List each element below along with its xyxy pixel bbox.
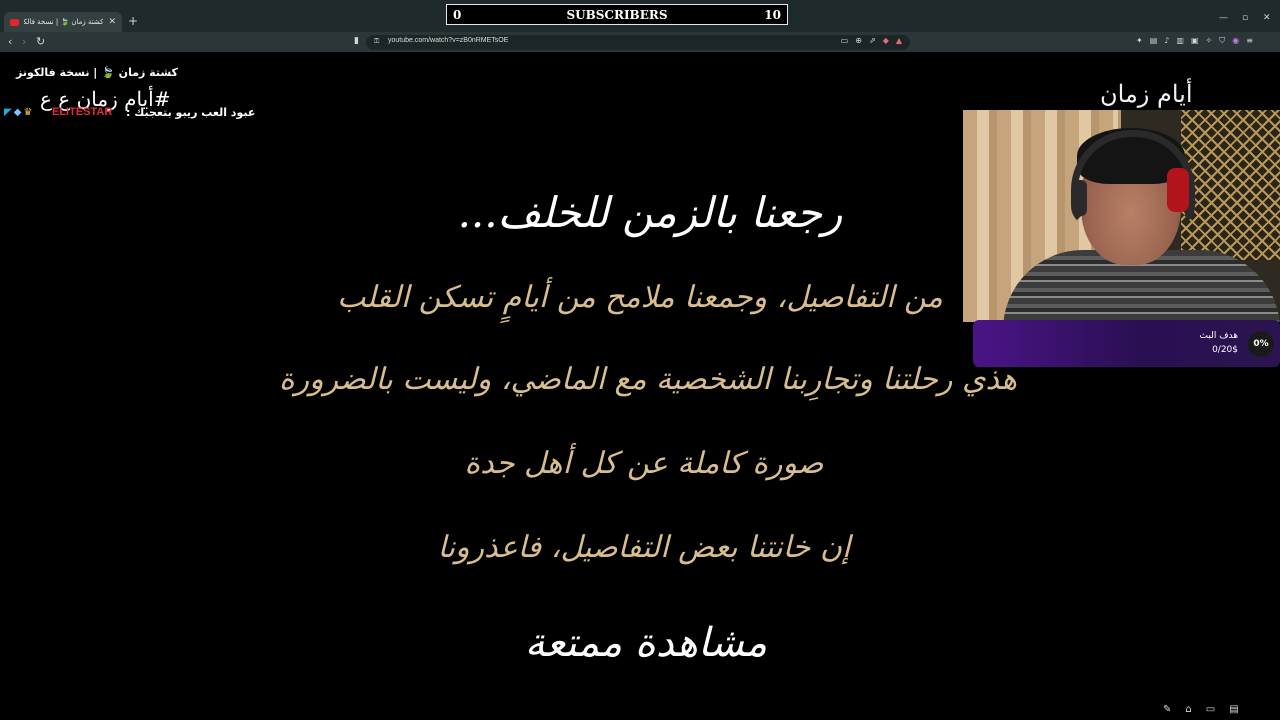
video-title: كشتة زمان 🍃 | نسخة فالكونز [16,66,178,79]
intro-line-3: صورة كاملة عن كل أهل جدة [464,446,824,481]
extension-toolbar: ✦ ▤ ♪ ▥ ▣ ✧ ⛉ ◉ ≡ [1136,36,1253,46]
back-icon[interactable]: ‹ [8,36,12,48]
donation-goal: 0% هدف البث 0/20$ [973,320,1280,367]
share-icon[interactable]: ⇗ [869,36,876,45]
goal-percent: 0% [1248,331,1274,357]
webcam-feed [963,110,1280,322]
window-close-icon[interactable]: ✕ [1263,14,1271,23]
alert-icon[interactable]: ▲ [896,36,902,45]
address-bar[interactable]: ⚿ youtube.com/watch?v=zB0nRMETsOE ▭ ⊕ ⇗ … [366,35,910,50]
elite-tag: ELITESTAR [52,106,113,118]
menu-icon[interactable]: ≡ [1246,36,1253,46]
corner-title: أيام زمان [1100,80,1193,108]
intro-line-4: إن خانتنا بعض التفاصيل، فاعذرونا [437,530,851,565]
music-icon[interactable]: ♪ [1164,36,1169,46]
browser-toolbar: ‹ › ↻ ▮ ⚿ youtube.com/watch?v=zB0nRMETsO… [0,32,1280,52]
screen-icon[interactable]: ▭ [1206,704,1215,715]
puzzle-icon[interactable]: ✦ [1136,36,1143,46]
goal-amount: 0/20$ [1212,345,1238,355]
subscribers-label: SUBSCRIBERS [566,8,668,22]
zoom-icon[interactable]: ⊕ [855,36,862,45]
pin-icon[interactable]: ✧ [1206,36,1213,46]
profile-icon[interactable]: ◉ [1232,36,1239,46]
intro-closing: مشاهدة ممتعة [524,620,768,666]
reader-icon[interactable]: ▤ [1150,36,1158,46]
new-tab-icon[interactable]: + [128,15,138,27]
arrow-badge-icon: ◤ [4,107,12,118]
headset-right-cup [1167,168,1189,212]
player-corner-icons: ✎ ⌂ ▭ ▤ [1163,704,1239,715]
clip-icon[interactable]: ▤ [1229,704,1238,715]
crown-badge-icon: ♛ [23,107,33,118]
subscribers-goal-bar: 0 SUBSCRIBERS 10 [446,4,788,25]
shield-icon[interactable]: ⛉ [1219,36,1225,46]
cast-icon[interactable]: ⌂ [1185,704,1191,715]
wallet-icon[interactable]: ▣ [1191,36,1199,46]
subscribers-goal: 10 [764,8,781,22]
maximize-icon[interactable]: ▫ [1242,14,1248,23]
extension-icon[interactable]: ◆ [883,36,889,45]
cast-icon[interactable]: ▭ [841,36,849,45]
lock-icon: ⚿ [374,37,380,45]
minimize-icon[interactable]: — [1219,14,1228,23]
youtube-favicon-icon [10,18,19,26]
badge-row: ◤ ◆ ♛ [4,107,32,118]
diamond-badge-icon: ◆ [13,107,22,118]
intro-line-2: هذي رحلتنا وتجارِبنا الشخصية مع الماضي، … [278,362,1018,397]
pen-icon[interactable]: ✎ [1163,704,1171,715]
browser-tab[interactable]: كشتة زمان 🍃 | نسخة فالكونز - Yo ✕ [4,12,122,32]
goal-label: هدف البث [1199,331,1238,341]
address-bar-actions: ▭ ⊕ ⇗ ◆ ▲ [841,36,902,45]
sidebar-icon[interactable]: ▥ [1176,36,1184,46]
bookmark-icon[interactable]: ▮ [354,36,359,46]
tab-close-icon[interactable]: ✕ [108,17,116,27]
url-text[interactable]: youtube.com/watch?v=zB0nRMETsOE [388,37,508,44]
reload-icon[interactable]: ↻ [36,36,45,48]
lattice-screen [1181,110,1280,260]
channel-line: عبود العب ريبو بتعجبك : [126,106,256,119]
forward-icon[interactable]: › [22,36,26,48]
tab-title: كشتة زمان 🍃 | نسخة فالكونز - Yo [24,18,104,26]
